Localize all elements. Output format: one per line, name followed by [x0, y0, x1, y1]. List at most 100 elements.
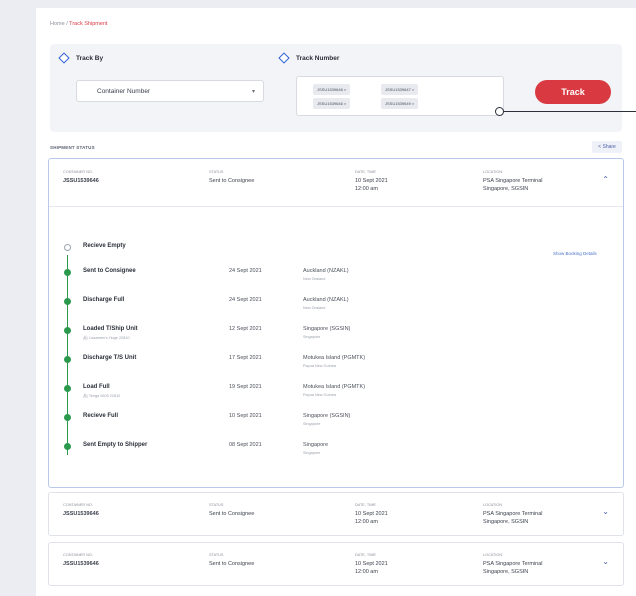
event-date: 24 Sept 2021 [229, 297, 262, 303]
chevron-up-icon[interactable]: ⌃ [602, 175, 609, 184]
tag-label: JSSU1539646 [317, 101, 343, 106]
status-dot-icon [64, 443, 71, 450]
column-label-location: LOCATION [483, 503, 503, 507]
event-location: Auckland (NZAKL) [303, 297, 349, 303]
event-name: Recieve Full [83, 413, 119, 419]
breadcrumb-current: Track Shipment [69, 21, 108, 27]
tag-label: JSSU1539646 [317, 87, 343, 92]
event-vessel-label: Tenga 0505 22810 [88, 394, 121, 398]
shipment-card[interactable]: CONTAINER NO. JSSU1539646 STATUS Sent to… [48, 542, 624, 586]
status-dot-icon [64, 385, 71, 392]
timeline-event: Recieve Full 10 Sept 2021 Singapore (SGS… [49, 409, 625, 433]
shipment-status: Sent to Consignee [209, 561, 255, 567]
event-name: Recieve Empty [83, 243, 126, 249]
event-country: New Zealand [303, 277, 326, 281]
close-icon[interactable]: × [344, 87, 346, 92]
timeline-event: Discharge T/S Unit 17 Sept 2021 Motukea … [49, 351, 625, 375]
chevron-down-icon: ▾ [251, 89, 255, 95]
container-number: JSSU1539646 [63, 178, 99, 184]
column-label-datetime: DATE, TIME [355, 503, 376, 507]
container-tag[interactable]: JSSU1539646 × [313, 84, 351, 95]
event-location: Singapore (SGSIN) [303, 413, 351, 419]
shipment-location-country: Singapore, SGSIN [483, 519, 529, 525]
shipment-location-country: Singapore, SGSIN [483, 569, 529, 575]
event-date: 24 Sept 2021 [229, 268, 262, 274]
status-dot-icon [64, 414, 71, 421]
column-label-container: CONTAINER NO. [63, 503, 93, 507]
shipment-location: PSA Singapore Terminal [483, 561, 543, 567]
event-name: Load Full [83, 384, 110, 390]
chevron-down-icon[interactable]: ⌄ [602, 557, 609, 566]
breadcrumb: Home / Track Shipment [50, 21, 107, 27]
event-date: 12 Sept 2021 [229, 326, 262, 332]
event-location: Motukea Island (PGMTK) [303, 384, 366, 390]
shipment-location-country: Singapore, SGSIN [483, 186, 529, 192]
event-location: Singapore (SGSIN) [303, 326, 351, 332]
column-label-container: CONTAINER NO. [63, 170, 93, 174]
shipment-status-title: SHIPMENT STATUS [50, 145, 95, 150]
diamond-icon [278, 52, 290, 64]
container-tag[interactable]: JSSU1539649 × [381, 98, 419, 109]
track-number-input[interactable]: JSSU1539646 × JSSU1539647 × JSSU1539646 … [296, 76, 504, 116]
track-by-select[interactable]: Container Number ▾ [76, 80, 264, 102]
tag-label: JSSU1539649 [385, 101, 411, 106]
event-location: Singapore [303, 442, 329, 448]
event-country: Singapore [303, 422, 321, 426]
event-date: 08 Sept 2021 [229, 442, 262, 448]
track-shipment-page: Home / Track Shipment Track By Container… [36, 8, 636, 596]
column-label-location: LOCATION [483, 170, 503, 174]
tag-label: JSSU1539647 [385, 87, 411, 92]
timeline-event: Sent to Consignee 24 Sept 2021 Auckland … [49, 264, 625, 288]
timeline-event: Load Full ⛴ Tenga 0505 22810 19 Sept 202… [49, 380, 625, 404]
event-name: Sent to Consignee [83, 268, 136, 274]
shipment-time: 12:00 am [355, 569, 378, 575]
shipment-status: Sent to Consignee [209, 178, 255, 184]
track-button[interactable]: Track [535, 80, 611, 104]
shipment-time: 12:00 am [355, 519, 378, 525]
status-dot-icon [64, 244, 71, 251]
breadcrumb-home[interactable]: Home [50, 21, 65, 27]
chevron-down-icon[interactable]: ⌄ [602, 507, 609, 516]
event-vessel-label: Lissamen's Hoge 22810 [88, 336, 130, 340]
timeline-event: Loaded T/Ship Unit ⛴ Lissamen's Hoge 228… [49, 322, 625, 346]
container-tag[interactable]: JSSU1539646 × [313, 98, 351, 109]
event-date: 10 Sept 2021 [229, 413, 262, 419]
track-by-selected-value: Container Number [97, 88, 151, 95]
event-date: 19 Sept 2021 [229, 384, 262, 390]
column-label-container: CONTAINER NO. [63, 553, 93, 557]
share-label: Share [602, 144, 616, 150]
event-location: Auckland (NZAKL) [303, 268, 349, 274]
track-panel: Track By Container Number ▾ Track Number… [50, 44, 622, 132]
column-label-status: STATUS [209, 553, 224, 557]
shipment-time: 12:00 am [355, 186, 378, 192]
event-date: 17 Sept 2021 [229, 355, 262, 361]
close-icon[interactable]: × [412, 101, 414, 106]
status-dot-icon [64, 298, 71, 305]
close-icon[interactable]: × [412, 87, 414, 92]
column-label-status: STATUS [209, 170, 224, 174]
container-tag[interactable]: JSSU1539647 × [381, 84, 419, 95]
shipment-card[interactable]: CONTAINER NO. JSSU1539646 STATUS Sent to… [48, 492, 624, 536]
shipment-card: CONTAINER NO. JSSU1539646 STATUS Sent to… [48, 158, 624, 488]
timeline-event: Discharge Full 24 Sept 2021 Auckland (NZ… [49, 293, 625, 317]
event-vessel: ⛴ Tenga 0505 22810 [83, 393, 120, 398]
annotation-line [504, 111, 636, 113]
share-button[interactable]: < Share [592, 141, 622, 153]
share-icon: < [598, 144, 602, 150]
shipment-location: PSA Singapore Terminal [483, 178, 543, 184]
shipment-date: 10 Sept 2021 [355, 178, 388, 184]
container-number: JSSU1539646 [63, 511, 99, 517]
event-name: Loaded T/Ship Unit [83, 326, 138, 332]
event-name: Sent Empty to Shipper [83, 442, 148, 448]
column-label-datetime: DATE, TIME [355, 170, 376, 174]
timeline-event: Recieve Empty [49, 239, 625, 263]
diamond-icon [58, 52, 70, 64]
event-country: Singapore [303, 451, 321, 455]
close-icon[interactable]: × [344, 101, 346, 106]
event-location: Motukea Island (PGMTK) [303, 355, 366, 361]
column-label-datetime: DATE, TIME [355, 553, 376, 557]
shipment-status: Sent to Consignee [209, 511, 255, 517]
track-number-label: Track Number [296, 55, 340, 62]
ship-icon: ⛴ [83, 394, 88, 398]
event-country: Papua New Guinea [303, 364, 336, 368]
